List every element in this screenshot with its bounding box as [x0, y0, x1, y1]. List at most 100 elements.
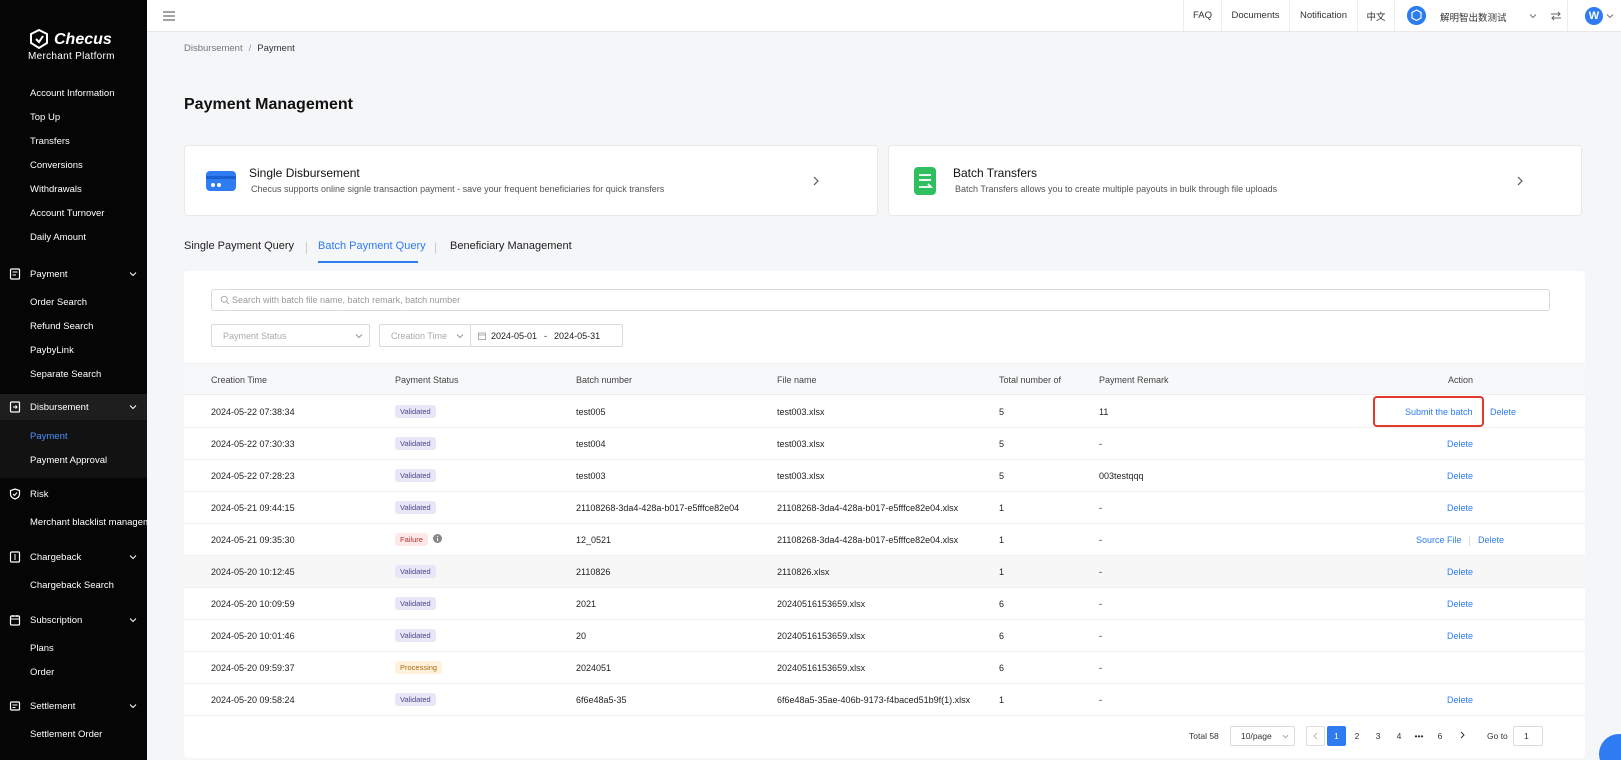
tab-beneficiary-management[interactable]: Beneficiary Management [450, 240, 572, 252]
delete-button[interactable]: Delete [1447, 599, 1473, 609]
search-input[interactable] [232, 290, 1532, 310]
delete-button[interactable]: Delete [1447, 567, 1473, 577]
cell-creation-time: 2024-05-21 09:44:15 [211, 503, 295, 513]
single-disbursement-card[interactable]: Single Disbursement Checus supports onli… [184, 145, 878, 216]
batch-transfers-card[interactable]: Batch Transfers Batch Transfers allows y… [888, 145, 1582, 216]
notification-link[interactable]: Notification [1289, 0, 1357, 31]
page-title: Payment Management [184, 96, 353, 113]
creation-time-select[interactable]: Creation Time [379, 324, 471, 347]
sidebar-item-transfers[interactable]: Transfers [30, 136, 70, 147]
sidebar-item-paybylink[interactable]: PaybyLink [30, 345, 74, 356]
goto-label: Go to [1487, 731, 1508, 741]
cell-total: 1 [999, 503, 1005, 513]
prev-page-button[interactable] [1306, 726, 1325, 746]
page-button-1[interactable]: 1 [1327, 726, 1346, 746]
cell-remark: 003testqqq [1099, 471, 1144, 481]
sidebar-item-refund-search[interactable]: Refund Search [30, 321, 93, 332]
payment-status-select[interactable]: Payment Status [211, 324, 370, 347]
language-switch[interactable]: 中文 [1357, 0, 1394, 31]
sidebar-item-plans[interactable]: Plans [30, 643, 54, 654]
page-ellipsis[interactable]: ••• [1410, 731, 1428, 741]
sidebar-item-conversions[interactable]: Conversions [30, 160, 83, 171]
page-button-4[interactable]: 4 [1390, 731, 1408, 741]
cell-file-name: 6f6e48a5-35ae-406b-9173-f4baced51b9f(1).… [777, 695, 971, 705]
info-icon[interactable] [433, 534, 442, 543]
sidebar-item-withdrawals[interactable]: Withdrawals [30, 184, 82, 195]
sidebar-item-settlement-order[interactable]: Settlement Order [30, 729, 102, 740]
cell-remark: - [1099, 439, 1102, 449]
brand-logo[interactable]: Checus Merchant Platform [28, 26, 128, 64]
delete-button[interactable]: Delete [1447, 471, 1473, 481]
page-size-select[interactable]: 10/page [1230, 726, 1295, 746]
status-badge: Validated [395, 629, 436, 642]
chevron-down-icon [129, 405, 137, 410]
cell-batch-number: test004 [576, 439, 606, 449]
tab-divider [306, 242, 307, 254]
sidebar-item-top-up[interactable]: Top Up [30, 112, 60, 123]
tab-single-payment-query[interactable]: Single Payment Query [184, 240, 294, 252]
sidebar-submenu-bg [0, 420, 147, 478]
sidebar-group-chargeback[interactable]: Chargeback [0, 544, 147, 570]
card-description: Batch Transfers allows you to create mul… [955, 184, 1278, 194]
table-row: 2024-05-21 09:44:15 Validated 21108268-3… [184, 492, 1585, 524]
goto-page-input[interactable]: 1 [1513, 726, 1543, 746]
sidebar-group-settlement[interactable]: Settlement [0, 693, 147, 719]
switch-account-icon[interactable] [1550, 10, 1562, 22]
delete-button[interactable]: Delete [1447, 695, 1473, 705]
table-row: 2024-05-22 07:38:34 Validated test005 te… [184, 396, 1585, 428]
sidebar: Checus Merchant Platform Account Informa… [0, 0, 147, 760]
status-badge: Validated [395, 437, 436, 450]
documents-link[interactable]: Documents [1221, 0, 1289, 31]
delete-button[interactable]: Delete [1447, 439, 1473, 449]
sidebar-group-disbursement[interactable]: Disbursement [0, 394, 147, 420]
sidebar-item-daily-amount[interactable]: Daily Amount [30, 232, 86, 243]
page-button-2[interactable]: 2 [1348, 731, 1366, 741]
table-row: 2024-05-20 10:01:46 Validated 20 2024051… [184, 620, 1585, 652]
sidebar-item-separate-search[interactable]: Separate Search [30, 369, 101, 380]
sidebar-item-account-information[interactable]: Account Information [30, 88, 115, 99]
sidebar-item-payment-approval[interactable]: Payment Approval [30, 455, 107, 466]
date-range-picker[interactable]: 2024-05-01 - 2024-05-31 [470, 324, 623, 347]
tab-batch-payment-query[interactable]: Batch Payment Query [318, 240, 426, 252]
delete-button[interactable]: Delete [1447, 631, 1473, 641]
page-button-3[interactable]: 3 [1369, 731, 1387, 741]
chevron-left-icon [1312, 732, 1317, 740]
sidebar-item-account-turnover[interactable]: Account Turnover [30, 208, 104, 219]
sidebar-item-payment[interactable]: Payment [30, 431, 68, 442]
search-box[interactable] [211, 289, 1550, 311]
cell-total: 1 [999, 535, 1005, 545]
sidebar-item-order[interactable]: Order [30, 667, 54, 678]
action-divider [1469, 536, 1470, 546]
cell-total: 6 [999, 631, 1005, 641]
delete-button[interactable]: Delete [1478, 535, 1504, 545]
cell-batch-number: 2021 [576, 599, 597, 609]
sidebar-group-payment[interactable]: Payment [0, 261, 147, 287]
column-header: Payment Remark [1099, 375, 1169, 385]
sidebar-item-merchant-blacklist[interactable]: Merchant blacklist management [30, 517, 147, 528]
sidebar-item-order-search[interactable]: Order Search [30, 297, 87, 308]
page-button-6[interactable]: 6 [1431, 731, 1449, 741]
payment-icon [9, 268, 21, 280]
sidebar-item-chargeback-search[interactable]: Chargeback Search [30, 580, 114, 591]
source-file-button[interactable]: Source File [1416, 535, 1462, 545]
cell-total: 5 [999, 407, 1005, 417]
breadcrumb-parent[interactable]: Disbursement [184, 43, 243, 54]
delete-button[interactable]: Delete [1447, 503, 1473, 513]
cell-file-name: test003.xlsx [777, 439, 825, 449]
sidebar-group-risk[interactable]: Risk [0, 481, 147, 507]
status-badge: Validated [395, 693, 436, 706]
delete-button[interactable]: Delete [1490, 407, 1516, 417]
faq-link[interactable]: FAQ [1183, 0, 1221, 31]
chat-support-button[interactable] [1599, 734, 1621, 760]
cell-remark: - [1099, 663, 1102, 673]
submit-batch-button[interactable]: Submit the batch [1405, 407, 1473, 417]
next-page-button[interactable] [1452, 726, 1471, 746]
sidebar-group-subscription[interactable]: Subscription [0, 607, 147, 633]
chevron-down-icon[interactable] [1528, 11, 1538, 21]
cell-file-name: 2110826.xlsx [777, 567, 830, 577]
cell-remark: - [1099, 599, 1102, 609]
cell-batch-number: 20 [576, 631, 587, 641]
active-tab-indicator [318, 261, 418, 263]
menu-toggle-icon[interactable] [163, 10, 175, 22]
table-row: 2024-05-21 09:35:30 Failure 12_0521 2110… [184, 524, 1585, 556]
